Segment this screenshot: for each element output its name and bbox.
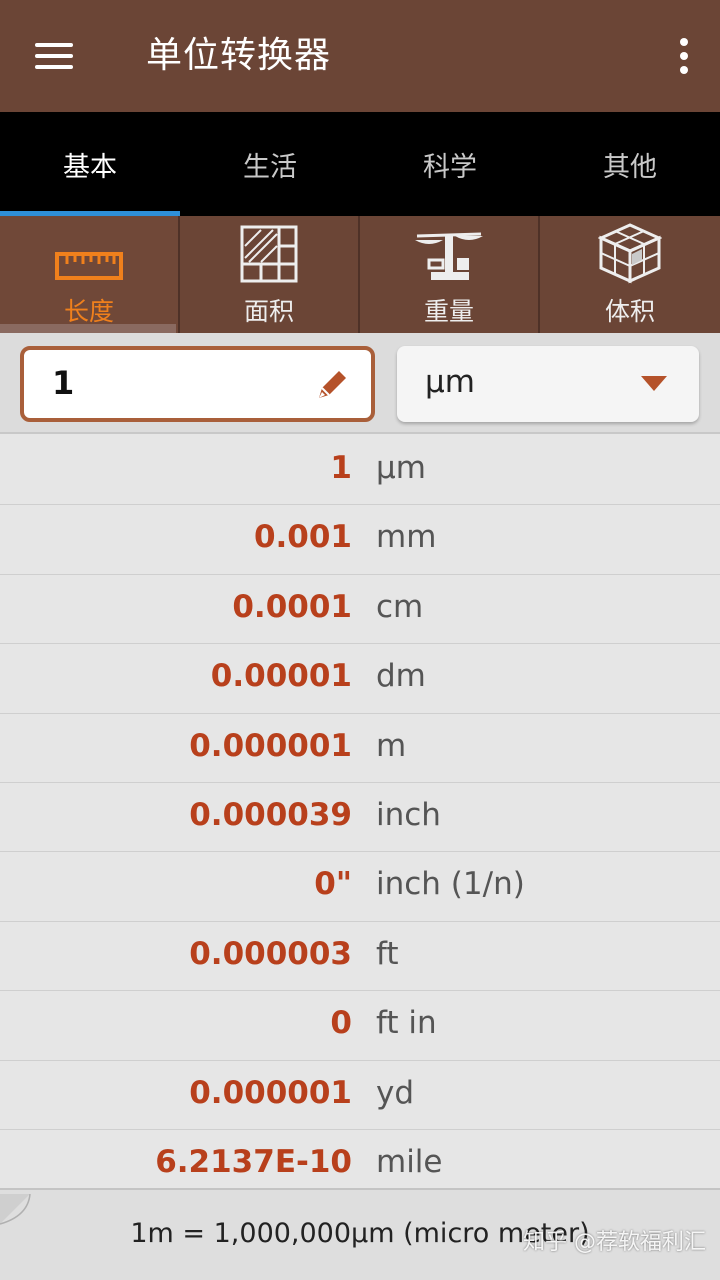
result-value: 1 (330, 450, 352, 486)
scale-icon (415, 232, 483, 280)
category-area[interactable]: 面积 (180, 216, 360, 333)
result-unit: dm (376, 658, 426, 695)
result-row[interactable]: 0.00001 dm (0, 644, 720, 714)
result-value: 6.2137E-10 (155, 1143, 352, 1180)
result-row[interactable]: 0.0001 cm (0, 574, 720, 645)
hamburger-menu-icon[interactable] (22, 30, 86, 82)
value-input[interactable]: 1 (20, 346, 375, 422)
more-options-icon[interactable] (668, 30, 700, 82)
input-row: 1 μm (0, 333, 720, 434)
ruler-icon (55, 252, 123, 280)
result-unit: m (376, 727, 407, 764)
category-volume[interactable]: 体积 (540, 216, 720, 333)
tab-other[interactable]: 其他 (540, 112, 720, 216)
result-value: 0.00001 (210, 658, 352, 695)
result-value: 0.000039 (189, 796, 352, 833)
result-value: 0.000003 (189, 935, 352, 972)
area-grid-icon (240, 225, 298, 283)
category-length-label: 长度 (63, 297, 114, 326)
result-unit: μm (376, 450, 426, 486)
result-row[interactable]: 0.000001 m (0, 713, 720, 783)
result-row[interactable]: 0 ft in (0, 991, 720, 1061)
watermark-text: 知乎 @荐软福利汇 (523, 1230, 706, 1255)
result-unit: mile (376, 1143, 443, 1180)
result-unit: inch (376, 796, 441, 833)
category-length[interactable]: 长度 (0, 216, 180, 333)
result-unit: yd (376, 1074, 415, 1111)
result-row[interactable]: 0.000003 ft (0, 921, 720, 992)
result-value: 0.000001 (189, 727, 352, 764)
tab-life[interactable]: 生活 (180, 112, 360, 216)
unit-dropdown[interactable]: μm (397, 346, 699, 422)
result-unit: cm (376, 588, 424, 625)
result-row[interactable]: 6.2137E-10 mile (0, 1129, 720, 1188)
result-row[interactable]: 1 μm (0, 436, 720, 506)
app-title: 单位转换器 (146, 35, 332, 76)
result-unit: inch (1/n) (376, 866, 525, 903)
cube-icon (598, 223, 662, 284)
category-weight[interactable]: 重量 (360, 216, 540, 333)
tab-science[interactable]: 科学 (360, 112, 540, 216)
conversion-results-list: 1 μm 0.001 mm 0.0001 cm 0.00001 dm 0.000001 m… (0, 436, 720, 1188)
result-row[interactable]: 0.000001 yd (0, 1060, 720, 1130)
result-value: 0" (314, 866, 352, 903)
result-row[interactable]: 0" inch (1/n) (0, 852, 720, 922)
app-toolbar: 单位转换器 (0, 0, 720, 112)
category-area-label: 面积 (243, 297, 294, 326)
tab-basic[interactable]: 基本 (0, 112, 180, 216)
result-unit: mm (376, 519, 437, 556)
result-unit: ft in (376, 1005, 437, 1042)
unit-dropdown-value: μm (425, 364, 475, 400)
result-unit: ft (376, 935, 399, 972)
pencil-edit-icon[interactable] (315, 366, 351, 402)
result-value: 0.001 (253, 519, 352, 556)
unit-definition-bar[interactable]: 1m = 1,000,000μm (micro meter) 知乎 @荐软福利汇 (0, 1188, 720, 1280)
category-weight-label: 重量 (423, 297, 474, 326)
tab-bar: 基本 生活 科学 其他 (0, 112, 720, 216)
result-value: 0.000001 (189, 1074, 352, 1111)
category-bar: 长度 面积 重量 体积 (0, 216, 720, 333)
value-input-text: 1 (52, 364, 75, 402)
result-row[interactable]: 0.001 mm (0, 505, 720, 575)
dropdown-arrow-icon (641, 376, 667, 391)
category-volume-label: 体积 (604, 297, 655, 326)
result-value: 0.0001 (232, 588, 352, 625)
result-value: 0 (330, 1005, 352, 1042)
result-row[interactable]: 0.000039 inch (0, 782, 720, 853)
